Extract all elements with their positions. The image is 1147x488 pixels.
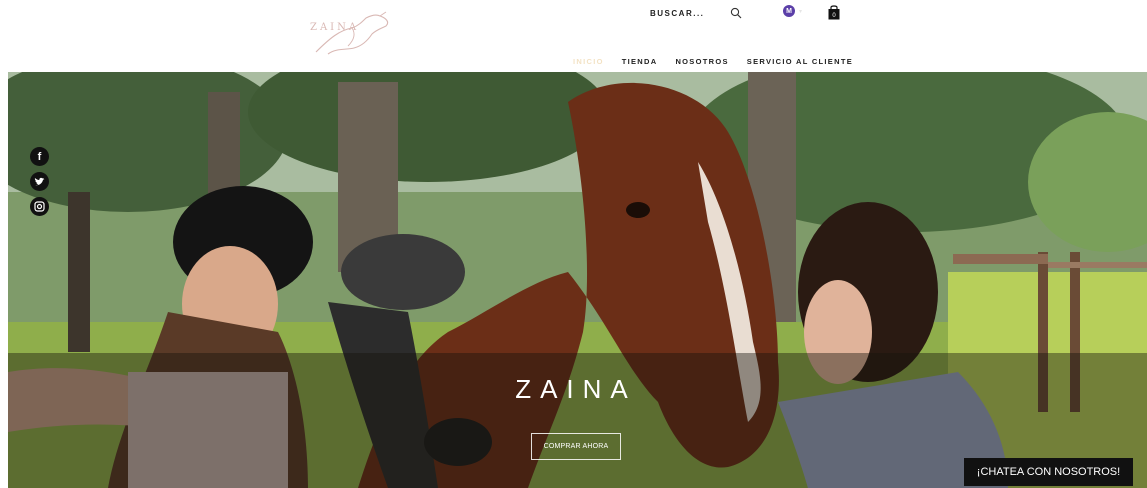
- nav-item-servicio-al-cliente[interactable]: SERVICIO AL CLIENTE: [747, 57, 853, 66]
- search-label[interactable]: BUSCAR...: [650, 9, 704, 18]
- facebook-icon[interactable]: f: [30, 147, 49, 166]
- chat-button[interactable]: ¡CHATEA CON NOSOTROS!: [964, 458, 1133, 486]
- bird-glyph: [34, 177, 45, 185]
- site-header: ZAINA BUSCAR... M ▾ 0 INICIO TIENDA NOSO…: [0, 0, 1147, 72]
- search-bar[interactable]: BUSCAR...: [650, 7, 742, 19]
- comprar-ahora-button[interactable]: COMPRAR AHORA: [531, 433, 621, 460]
- search-icon[interactable]: [730, 7, 742, 19]
- logo-text: ZAINA: [310, 22, 360, 33]
- instagram-icon[interactable]: [30, 197, 49, 216]
- member-avatar[interactable]: M: [783, 5, 795, 17]
- shopping-bag-icon: 0: [828, 5, 840, 20]
- site-logo[interactable]: ZAINA: [306, 8, 396, 60]
- hero-banner: f ZAINA COMPRAR AHORA: [8, 72, 1147, 488]
- horse-logo-icon: [315, 11, 389, 55]
- nav-item-inicio[interactable]: INICIO: [573, 57, 604, 66]
- main-nav: INICIO TIENDA NOSOTROS SERVICIO AL CLIEN…: [573, 57, 871, 66]
- twitter-icon[interactable]: [30, 172, 49, 191]
- chevron-down-icon[interactable]: ▾: [799, 8, 802, 15]
- camera-glyph: [34, 201, 45, 212]
- cart-button[interactable]: 0: [827, 4, 841, 20]
- nav-item-tienda[interactable]: TIENDA: [622, 57, 658, 66]
- hero-title: ZAINA: [515, 374, 637, 404]
- nav-item-nosotros[interactable]: NOSOTROS: [675, 57, 728, 66]
